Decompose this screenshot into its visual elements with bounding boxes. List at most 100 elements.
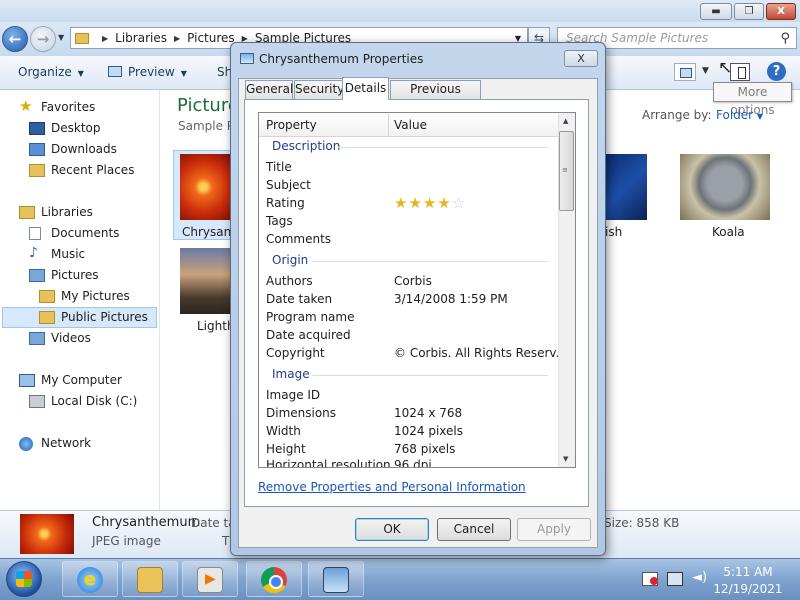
nav-downloads[interactable]: Downloads: [29, 142, 117, 156]
property-value[interactable]: © Corbis. All Rights Reserv...: [394, 346, 567, 360]
close-button[interactable]: X: [766, 3, 796, 20]
photo-viewer-icon: [323, 567, 349, 593]
tooltip: More options: [713, 82, 792, 117]
dialog-close-button[interactable]: X: [564, 50, 598, 67]
clock-time[interactable]: 5:11 AM: [712, 565, 784, 579]
recent-places-icon: [29, 164, 45, 177]
nav-my-pictures[interactable]: My Pictures: [39, 289, 130, 303]
property-label: Dimensions: [266, 406, 337, 420]
property-label: Program name: [266, 310, 355, 324]
start-button[interactable]: [6, 561, 42, 597]
star-filled-icon[interactable]: ★: [437, 194, 451, 212]
taskbar-media-player[interactable]: [182, 561, 238, 597]
nav-favorites[interactable]: ★ Favorites: [19, 97, 96, 115]
taskbar-windows-explorer[interactable]: [122, 561, 178, 597]
more-options-dropdown[interactable]: ▼: [702, 66, 709, 76]
preview-button[interactable]: Preview ▼: [108, 65, 187, 79]
nav-recent-places[interactable]: Recent Places: [29, 163, 134, 177]
rating-stars[interactable]: ★★★★☆: [394, 194, 466, 212]
group-header-image: Image: [272, 367, 310, 381]
volume-icon[interactable]: ◄): [692, 570, 708, 585]
nav-libraries[interactable]: Libraries: [19, 205, 93, 219]
maximize-button[interactable]: ❐: [734, 3, 764, 20]
forward-button[interactable]: →: [30, 26, 56, 52]
change-view-icon[interactable]: [674, 63, 696, 81]
recent-pages-dropdown[interactable]: ▼: [58, 33, 64, 42]
arrange-by-dropdown[interactable]: Folder ▼: [716, 108, 763, 122]
tab-security[interactable]: Security: [294, 80, 344, 99]
column-divider[interactable]: [388, 114, 389, 136]
nav-public-pictures[interactable]: Public Pictures: [39, 310, 148, 324]
nav-pictures[interactable]: Pictures: [29, 268, 99, 282]
chevron-down-icon: ▼: [756, 112, 764, 121]
nav-documents[interactable]: Documents: [29, 226, 120, 240]
thumbnail-jellyfish[interactable]: [605, 154, 647, 220]
help-icon[interactable]: ?: [767, 62, 786, 81]
tab-previous-versions[interactable]: Previous Versions: [390, 80, 481, 113]
star-filled-icon[interactable]: ★: [408, 194, 422, 212]
nav-videos[interactable]: Videos: [29, 331, 91, 345]
clipped-row: Horizontal resolution 96 dpi: [259, 458, 558, 467]
music-icon: ♪: [29, 245, 38, 261]
chrome-icon: [261, 567, 287, 593]
nav-music[interactable]: ♪ Music: [29, 245, 85, 261]
details-tags-label: T: [222, 534, 230, 548]
apply-button[interactable]: Apply: [517, 518, 591, 541]
tab-general[interactable]: General: [245, 80, 293, 99]
property-label: Date acquired: [266, 328, 351, 342]
group-divider: [312, 375, 548, 376]
nav-local-disk[interactable]: Local Disk (C:): [29, 394, 137, 408]
taskbar-chrome[interactable]: [246, 561, 302, 597]
nav-label: Documents: [51, 226, 120, 240]
nav-desktop[interactable]: Desktop: [29, 121, 101, 135]
property-value[interactable]: Corbis: [394, 274, 432, 288]
property-value: 1024 pixels: [394, 424, 464, 438]
scrollbar-grip-icon: ≡: [562, 166, 568, 174]
desktop-icon: [29, 122, 45, 135]
search-icon[interactable]: ⚲: [780, 29, 790, 49]
star-empty-icon[interactable]: ☆: [452, 194, 466, 212]
network-tray-icon[interactable]: [667, 572, 683, 586]
star-filled-icon[interactable]: ★: [423, 194, 437, 212]
details-thumbnail: [20, 514, 74, 554]
folder-icon: [39, 311, 55, 324]
folder-icon: [39, 290, 55, 303]
property-label: Rating: [266, 196, 305, 210]
remove-properties-link[interactable]: Remove Properties and Personal Informati…: [258, 480, 526, 494]
documents-icon: [29, 227, 41, 240]
column-header-value[interactable]: Value: [394, 118, 427, 132]
thumbnail-lighthouse[interactable]: [180, 248, 232, 314]
property-label: Subject: [266, 178, 311, 192]
nav-network[interactable]: Network: [19, 436, 91, 451]
scroll-down-icon[interactable]: ▼: [563, 455, 568, 463]
action-center-icon[interactable]: [642, 572, 658, 586]
nav-label: Libraries: [41, 205, 93, 219]
thumbnail-chrysanthemum[interactable]: [180, 154, 232, 220]
column-header-property[interactable]: Property: [266, 118, 317, 132]
breadcrumb-separator-icon[interactable]: ▶: [102, 34, 108, 43]
ok-button[interactable]: OK: [355, 518, 429, 541]
nav-label: Favorites: [41, 100, 96, 114]
minimize-button[interactable]: ▬: [700, 3, 732, 20]
back-button[interactable]: ←: [2, 26, 28, 52]
star-filled-icon[interactable]: ★: [394, 194, 408, 212]
group-header-description: Description: [272, 139, 341, 153]
breadcrumb-libraries[interactable]: Libraries: [115, 31, 167, 45]
taskbar-photo-viewer[interactable]: [308, 561, 364, 597]
cancel-button[interactable]: Cancel: [437, 518, 511, 541]
preview-pane-icon[interactable]: [730, 63, 750, 81]
group-header-origin: Origin: [272, 253, 309, 267]
clock-date[interactable]: 12/19/2021: [712, 582, 784, 596]
breadcrumb-pictures[interactable]: Pictures: [187, 31, 235, 45]
tab-details[interactable]: Details: [342, 77, 389, 100]
internet-explorer-icon: e: [77, 567, 103, 593]
folder-icon: [75, 32, 89, 44]
details-size: Size: 858 KB: [604, 516, 680, 530]
property-value[interactable]: 3/14/2008 1:59 PM: [394, 292, 508, 306]
scroll-up-icon[interactable]: ▲: [563, 117, 568, 125]
breadcrumb-separator-icon[interactable]: ▶: [174, 34, 180, 43]
taskbar-internet-explorer[interactable]: e: [62, 561, 118, 597]
organize-button[interactable]: Organize ▼: [18, 65, 84, 79]
thumbnail-koala[interactable]: [680, 154, 770, 220]
nav-computer[interactable]: My Computer: [19, 373, 122, 387]
